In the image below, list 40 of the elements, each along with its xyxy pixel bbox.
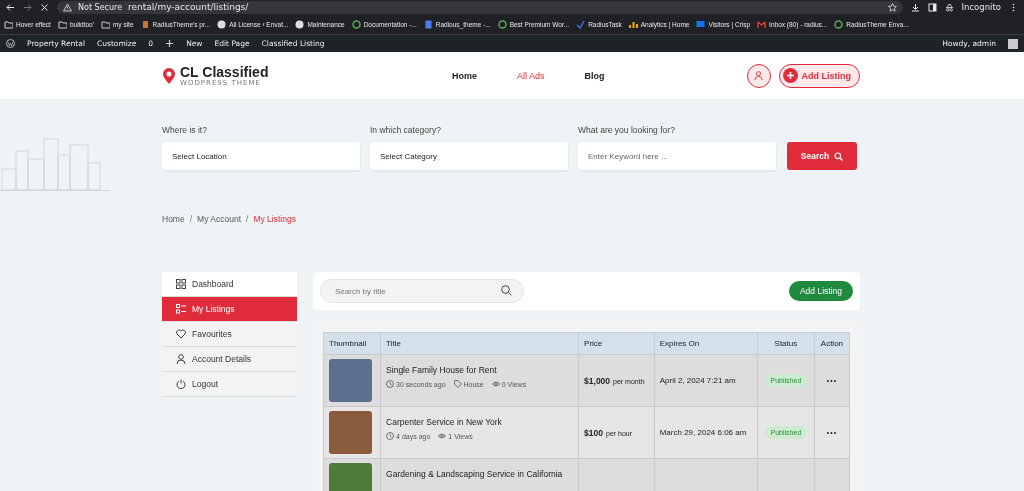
- expiry-date: April 2, 2024 7:21 am: [659, 376, 736, 385]
- column-header: Title: [380, 332, 579, 355]
- sidebar-item[interactable]: Dashboard: [162, 272, 297, 297]
- select-field[interactable]: Select Location: [162, 142, 360, 170]
- column-header: Status: [757, 332, 815, 355]
- price-text: $1,000: [584, 375, 611, 386]
- nav-link[interactable]: Home: [452, 70, 477, 81]
- nav-link[interactable]: All Ads: [517, 70, 545, 81]
- breadcrumb-separator: /: [246, 214, 249, 226]
- field-label: What are you looking for?: [578, 125, 676, 135]
- breadcrumb-link[interactable]: Home: [162, 214, 185, 272]
- listing-title[interactable]: Single Family House for Rent: [386, 365, 574, 375]
- price-text: $100: [584, 427, 603, 438]
- address-bar[interactable]: Not Secure rental/my-account/listings/: [57, 0, 903, 14]
- sidebar-item[interactable]: My Listings: [162, 297, 297, 322]
- nav-link[interactable]: Blog: [584, 70, 605, 81]
- listing-title[interactable]: Carpenter Service in New York: [386, 417, 574, 427]
- security-warning[interactable]: Not Secure: [78, 2, 123, 12]
- field-label: In which category?: [370, 125, 442, 135]
- add-listing-button[interactable]: Add Listing: [788, 281, 853, 301]
- expiry-date: March 29, 2024 6:06 am: [659, 428, 747, 437]
- sidebar-item[interactable]: Logout: [162, 372, 297, 397]
- breadcrumb-link[interactable]: My Account: [197, 214, 241, 272]
- column-header: Expires On: [654, 332, 758, 355]
- sidebar-item[interactable]: Favourites: [162, 322, 297, 347]
- column-header: Thumbnail: [323, 332, 381, 355]
- breadcrumb-link[interactable]: My Listings: [253, 214, 296, 272]
- column-header: Action: [814, 332, 850, 355]
- select-field[interactable]: Select Category: [370, 142, 568, 170]
- column-header: Price: [578, 332, 655, 355]
- sidebar-item[interactable]: Account Details: [162, 347, 297, 372]
- keyword-field[interactable]: Enter Keyword here ...: [578, 142, 776, 170]
- logo-title: CL Classified: [180, 64, 269, 79]
- breadcrumb-separator: /: [189, 214, 193, 226]
- url-text: rental/my-account/listings/: [128, 2, 249, 12]
- field-label: Where is it?: [162, 125, 208, 135]
- add-listing-button[interactable]: Add Listing: [778, 63, 860, 88]
- incognito-indicator[interactable]: Incognito: [961, 2, 1001, 12]
- search-button[interactable]: Search: [787, 142, 857, 170]
- title-search-field[interactable]: Search by title: [320, 279, 524, 303]
